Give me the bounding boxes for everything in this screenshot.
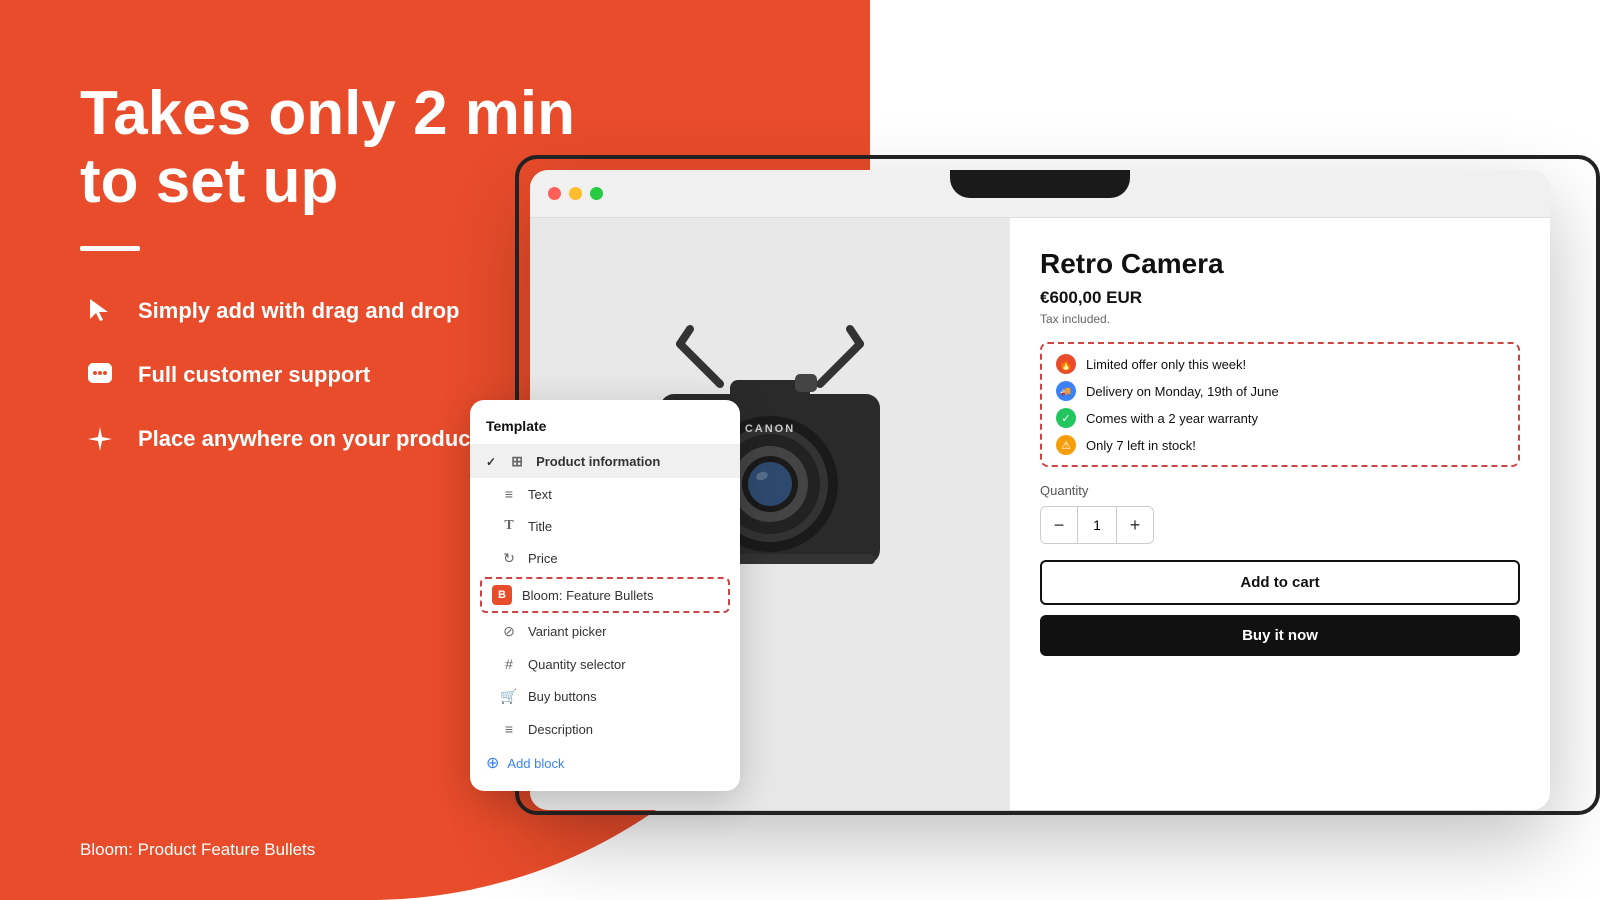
icon-warranty: ✓	[1056, 408, 1076, 428]
check-icon: ✓	[486, 455, 496, 469]
template-item-label: Title	[528, 519, 552, 534]
template-item-label: Buy buttons	[528, 689, 597, 704]
variant-icon: ⊘	[500, 623, 518, 640]
dot-red	[548, 187, 561, 200]
cursor-icon	[80, 291, 120, 331]
sparkle-icon	[80, 419, 120, 459]
add-block-label: Add block	[507, 756, 564, 771]
bullet-offer: 🔥 Limited offer only this week!	[1056, 354, 1504, 374]
template-item-description[interactable]: ≡ Description	[470, 713, 740, 745]
template-item-title[interactable]: T Title	[470, 510, 740, 542]
template-panel-header: Template	[470, 418, 740, 445]
template-item-label: Variant picker	[528, 624, 607, 639]
icon-delivery: 🚚	[1056, 381, 1076, 401]
icon-stock: ⚠	[1056, 435, 1076, 455]
template-item-label: Price	[528, 551, 558, 566]
quantity-increase-button[interactable]: +	[1117, 507, 1153, 543]
feature-bullets-box: 🔥 Limited offer only this week! 🚚 Delive…	[1040, 342, 1520, 467]
dot-yellow	[569, 187, 582, 200]
cart-icon: 🛒	[500, 688, 518, 705]
brand-label: Bloom: Product Feature Bullets	[80, 840, 315, 860]
bullet-stock: ⚠ Only 7 left in stock!	[1056, 435, 1504, 455]
template-item-bloom[interactable]: B Bloom: Feature Bullets	[480, 577, 730, 613]
product-title: Retro Camera	[1040, 248, 1520, 280]
feature-item-drag: Simply add with drag and drop	[80, 291, 575, 331]
template-item-buy-buttons[interactable]: 🛒 Buy buttons	[470, 680, 740, 713]
add-to-cart-button[interactable]: Add to cart	[1040, 560, 1520, 605]
price-icon: ↻	[500, 550, 518, 567]
template-item-text[interactable]: ≡ Text	[470, 478, 740, 510]
template-item-label: Quantity selector	[528, 657, 626, 672]
bullet-delivery: 🚚 Delivery on Monday, 19th of June	[1056, 381, 1504, 401]
icon-offer: 🔥	[1056, 354, 1076, 374]
template-panel: Template ✓ ⊞ Product information ≡ Text …	[470, 400, 740, 791]
template-item-quantity[interactable]: # Quantity selector	[470, 648, 740, 680]
quantity-value: 1	[1077, 507, 1117, 543]
template-item-label: Text	[528, 487, 552, 502]
quantity-label: Quantity	[1040, 483, 1520, 498]
lines-icon: ≡	[500, 486, 518, 502]
svg-text:CANON: CANON	[745, 423, 795, 435]
buy-now-button[interactable]: Buy it now	[1040, 615, 1520, 656]
template-item-label: Bloom: Feature Bullets	[522, 588, 654, 603]
product-info-area: Retro Camera €600,00 EUR Tax included. 🔥…	[1010, 218, 1550, 810]
grid-icon: ⊞	[508, 453, 526, 470]
bloom-icon: B	[492, 585, 512, 605]
template-item-label: Product information	[536, 454, 660, 469]
template-item-price[interactable]: ↻ Price	[470, 542, 740, 575]
quantity-control[interactable]: − 1 +	[1040, 506, 1154, 544]
add-block-icon: ⊕	[486, 753, 499, 773]
hero-divider	[80, 246, 140, 251]
hero-title: Takes only 2 min to set up	[80, 80, 575, 216]
dot-green	[590, 187, 603, 200]
template-item-product-info[interactable]: ✓ ⊞ Product information	[470, 445, 740, 478]
add-block-row[interactable]: ⊕ Add block	[470, 745, 740, 781]
chat-icon	[80, 355, 120, 395]
product-price: €600,00 EUR	[1040, 288, 1520, 308]
T-icon: T	[500, 518, 518, 534]
quantity-decrease-button[interactable]: −	[1041, 507, 1077, 543]
hash-icon: #	[500, 656, 518, 672]
template-item-variant[interactable]: ⊘ Variant picker	[470, 615, 740, 648]
tax-text: Tax included.	[1040, 312, 1520, 326]
feature-item-support: Full customer support	[80, 355, 575, 395]
description-icon: ≡	[500, 721, 518, 737]
browser-notch	[950, 170, 1130, 198]
template-item-label: Description	[528, 722, 593, 737]
bullet-warranty: ✓ Comes with a 2 year warranty	[1056, 408, 1504, 428]
